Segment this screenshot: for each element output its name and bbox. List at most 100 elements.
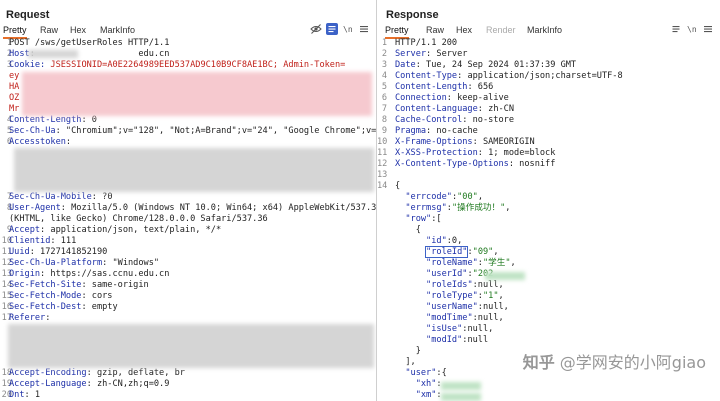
token: "学生" <box>482 258 511 268</box>
redacted-host <box>28 50 78 58</box>
redacted-xm <box>441 393 481 401</box>
token: : no-cache <box>426 126 478 136</box>
token: Content-Length <box>9 115 82 125</box>
line-number: 2 <box>381 49 387 59</box>
token: Uuid <box>9 247 30 257</box>
token: Content-Language <box>395 104 478 114</box>
line-number: 5 <box>381 82 387 92</box>
wrap-icon[interactable] <box>670 23 682 35</box>
line-text: Cookie: JSESSIONID=A0E2264989EED537AD9C1… <box>9 60 345 71</box>
token: Accesstoken <box>9 137 66 147</box>
line-text: HTTP/1.1 200 <box>395 38 457 49</box>
token: :0, <box>446 236 463 246</box>
token: Cookie: <box>9 60 51 70</box>
request-tab-pretty[interactable]: Pretty <box>3 24 27 39</box>
response-tab-pretty[interactable]: Pretty <box>385 24 409 39</box>
token: : ?0 <box>91 192 113 202</box>
line-text: "modTime":null, <box>395 313 504 324</box>
token: Dnt <box>9 390 25 400</box>
response-viewer[interactable]: 1 HTTP/1.1 200 2 Server: Server 3 Date: Tue, … <box>377 38 720 401</box>
token: :null, <box>472 313 504 323</box>
token: "00" <box>457 192 478 202</box>
watermark-author: @学网安的小阿giao <box>559 353 706 372</box>
line-text: "userId":"202 <box>395 269 493 280</box>
token: : Server <box>426 49 468 59</box>
line-text: POST /sws/getUserRoles HTTP/1.1 <box>9 38 169 49</box>
token: : application/json;charset=UTF-8 <box>457 71 623 81</box>
token: Content-Length <box>395 82 468 92</box>
line-text: "roleName":"学生", <box>395 258 516 269</box>
redacted-cookie <box>22 72 372 116</box>
line-text: Sec-Fetch-Site: same-origin <box>9 280 149 291</box>
token: "roleType" <box>426 291 478 301</box>
wrap-icon[interactable] <box>326 23 338 35</box>
token: "roleIds" <box>426 280 473 290</box>
line-text: OZ <box>9 93 19 104</box>
newline-icon[interactable]: \n <box>686 23 698 35</box>
line-text: "user":{ <box>395 368 446 379</box>
line-text: "roleIds":null, <box>395 280 504 291</box>
request-tab-raw[interactable]: Raw <box>40 24 58 39</box>
line-number: 4 <box>381 71 387 81</box>
line-text: Date: Tue, 24 Sep 2024 01:37:39 GMT <box>395 60 576 71</box>
token: "1" <box>482 291 499 301</box>
token: :null, <box>472 280 504 290</box>
newline-icon[interactable]: \n <box>342 23 354 35</box>
line-number: 8 <box>381 115 387 125</box>
token: "userId" <box>426 269 468 279</box>
token: : application/json, text/plain, */* <box>40 225 222 235</box>
token: :[ <box>431 214 442 224</box>
line-text: ey <box>9 71 19 82</box>
token: : 1 <box>24 390 41 400</box>
line-text: User-Agent: Mozilla/5.0 (Windows NT 10.0… <box>9 203 376 214</box>
request-tab-hex[interactable]: Hex <box>70 24 86 39</box>
token: : 656 <box>467 82 494 92</box>
menu-icon[interactable] <box>702 23 714 35</box>
line-text: Cache-Control: no-store <box>395 115 514 126</box>
line-text: "errmsg":"操作成功！", <box>395 203 510 214</box>
token: X-XSS-Protection <box>395 148 478 158</box>
request-pane: Request Pretty Raw Hex MarkInfo \n 1 POST… <box>0 0 376 401</box>
token: "modTime" <box>426 313 473 323</box>
line-text: "isUse":null, <box>395 324 493 335</box>
response-tab-raw[interactable]: Raw <box>426 24 444 39</box>
line-text: { <box>395 225 421 236</box>
token: : 1727141852190 <box>29 247 108 257</box>
redacted-userid <box>485 272 525 280</box>
token: Connection <box>395 93 447 103</box>
line-text: Clientid: 111 <box>9 236 76 247</box>
eye-off-icon[interactable] <box>310 23 322 35</box>
token: "09" <box>472 247 494 257</box>
menu-icon[interactable] <box>358 23 370 35</box>
line-text: Sec-Fetch-Dest: empty <box>9 302 118 313</box>
token: "roleName" <box>426 258 478 268</box>
token: Pragma <box>395 126 427 136</box>
line-text: Accept: application/json, text/plain, */… <box>9 225 221 236</box>
token: : zh-CN,zh;q=0.9 <box>86 379 170 389</box>
request-tab-markinfo[interactable]: MarkInfo <box>100 24 135 39</box>
line-text: Sec-Ch-Ua: "Chromium";v="128", "Not;A=Br… <box>9 126 376 137</box>
line-text: ], <box>395 357 415 368</box>
token: : cors <box>81 291 113 301</box>
line-text: Referer: <box>9 313 50 324</box>
token: Referer <box>9 313 46 323</box>
line-text: Pragma: no-cache <box>395 126 478 137</box>
response-tab-hex[interactable]: Hex <box>456 24 472 39</box>
token: Host <box>9 49 30 59</box>
token: User-Agent <box>9 203 61 213</box>
token: : 111 <box>50 236 77 246</box>
token: "errmsg" <box>405 203 447 213</box>
token: : nosniff <box>508 159 556 169</box>
response-tab-markinfo[interactable]: MarkInfo <box>527 24 562 39</box>
token: Accept-Encoding <box>9 368 87 378</box>
token: Sec-Fetch-Site <box>9 280 82 290</box>
token: : Tue, 24 Sep 2024 01:37:39 GMT <box>415 60 577 70</box>
line-number: 9 <box>381 126 387 136</box>
